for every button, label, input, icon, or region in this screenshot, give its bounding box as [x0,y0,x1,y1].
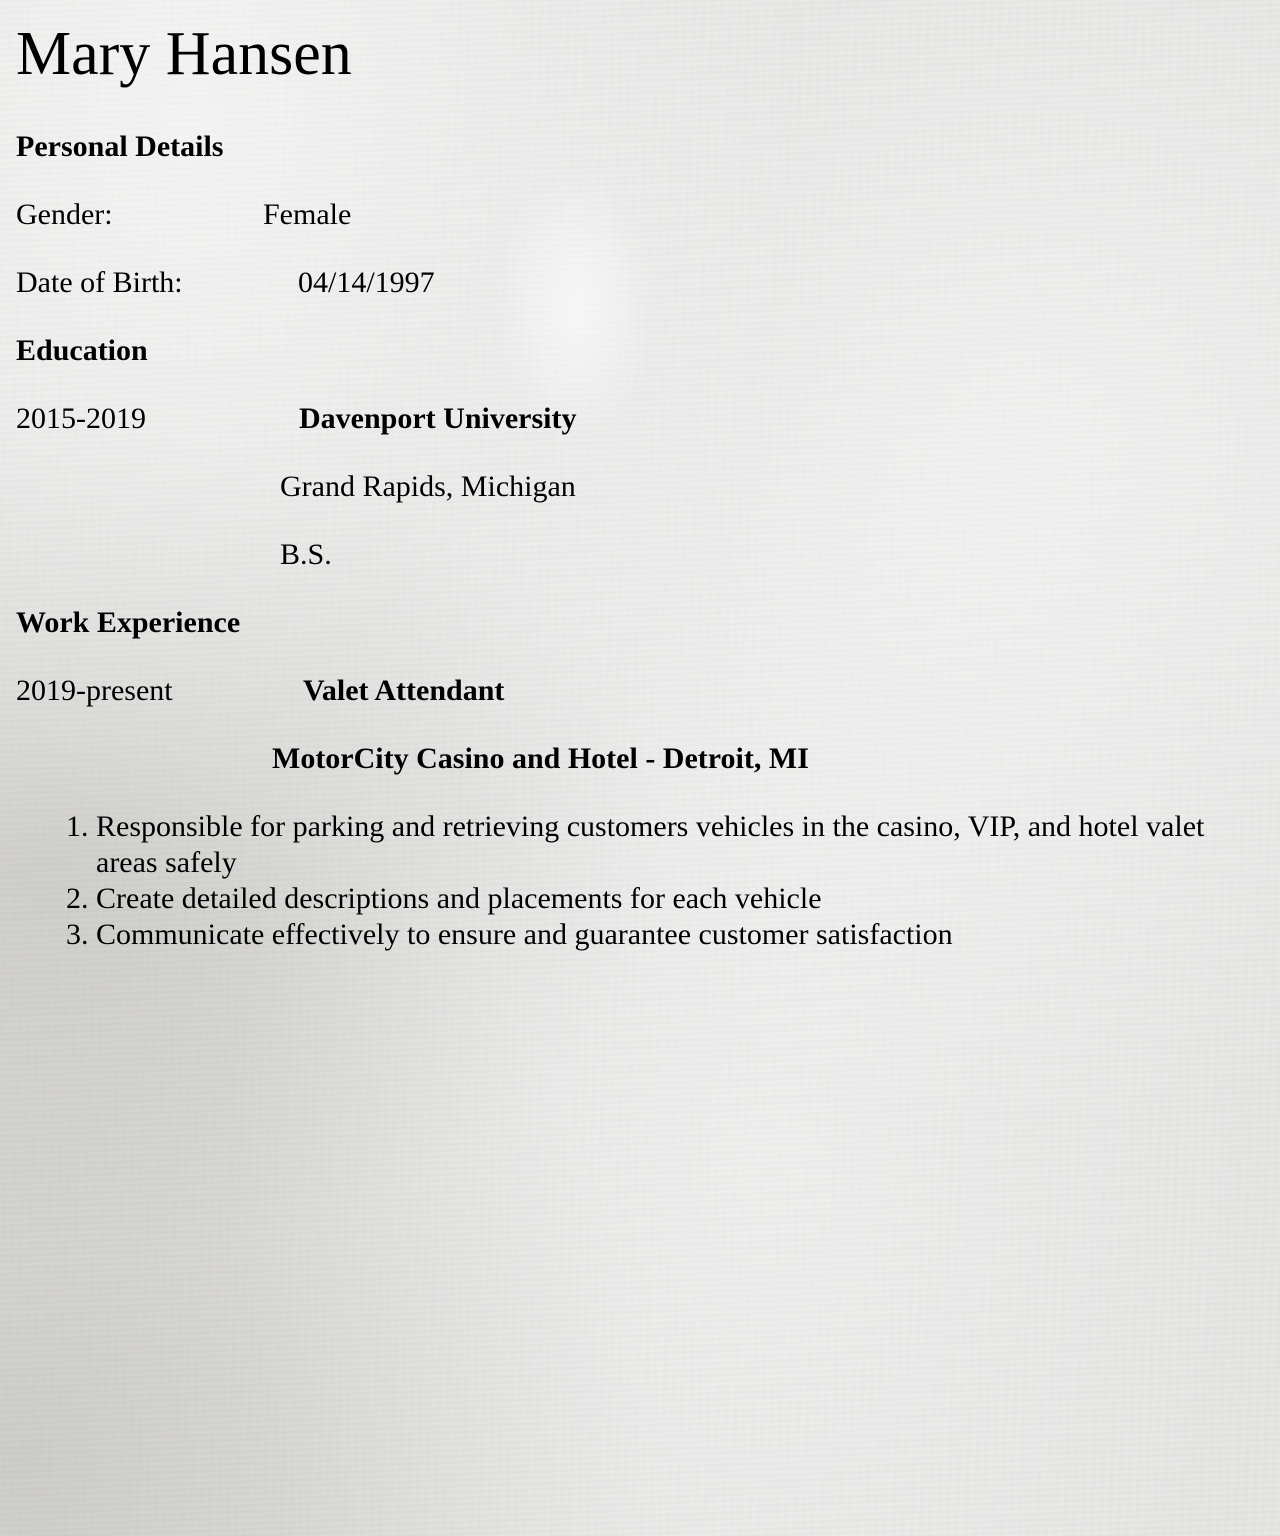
work-experience-heading: Work Experience [16,606,241,639]
education-degree: B.S. [280,538,332,571]
gender-value: Female [263,198,352,231]
resume-name: Mary Hansen [16,20,352,88]
work-duties-list: Responsible for parking and retrieving c… [16,809,1236,953]
work-employer: MotorCity Casino and Hotel - Detroit, MI [272,742,809,775]
work-years: 2019-present [16,674,173,707]
dob-value: 04/14/1997 [298,266,435,299]
work-title: Valet Attendant [303,674,505,707]
education-location: Grand Rapids, Michigan [280,470,576,503]
work-duty-item: Create detailed descriptions and placeme… [96,881,1236,917]
education-heading: Education [16,334,148,367]
work-duty-item: Communicate effectively to ensure and gu… [96,917,1236,953]
education-school: Davenport University [299,402,577,435]
dob-label: Date of Birth: [16,266,183,299]
work-duty-item: Responsible for parking and retrieving c… [96,809,1236,881]
education-years: 2015-2019 [16,402,146,435]
personal-details-heading: Personal Details [16,130,224,163]
gender-label: Gender: [16,198,113,231]
